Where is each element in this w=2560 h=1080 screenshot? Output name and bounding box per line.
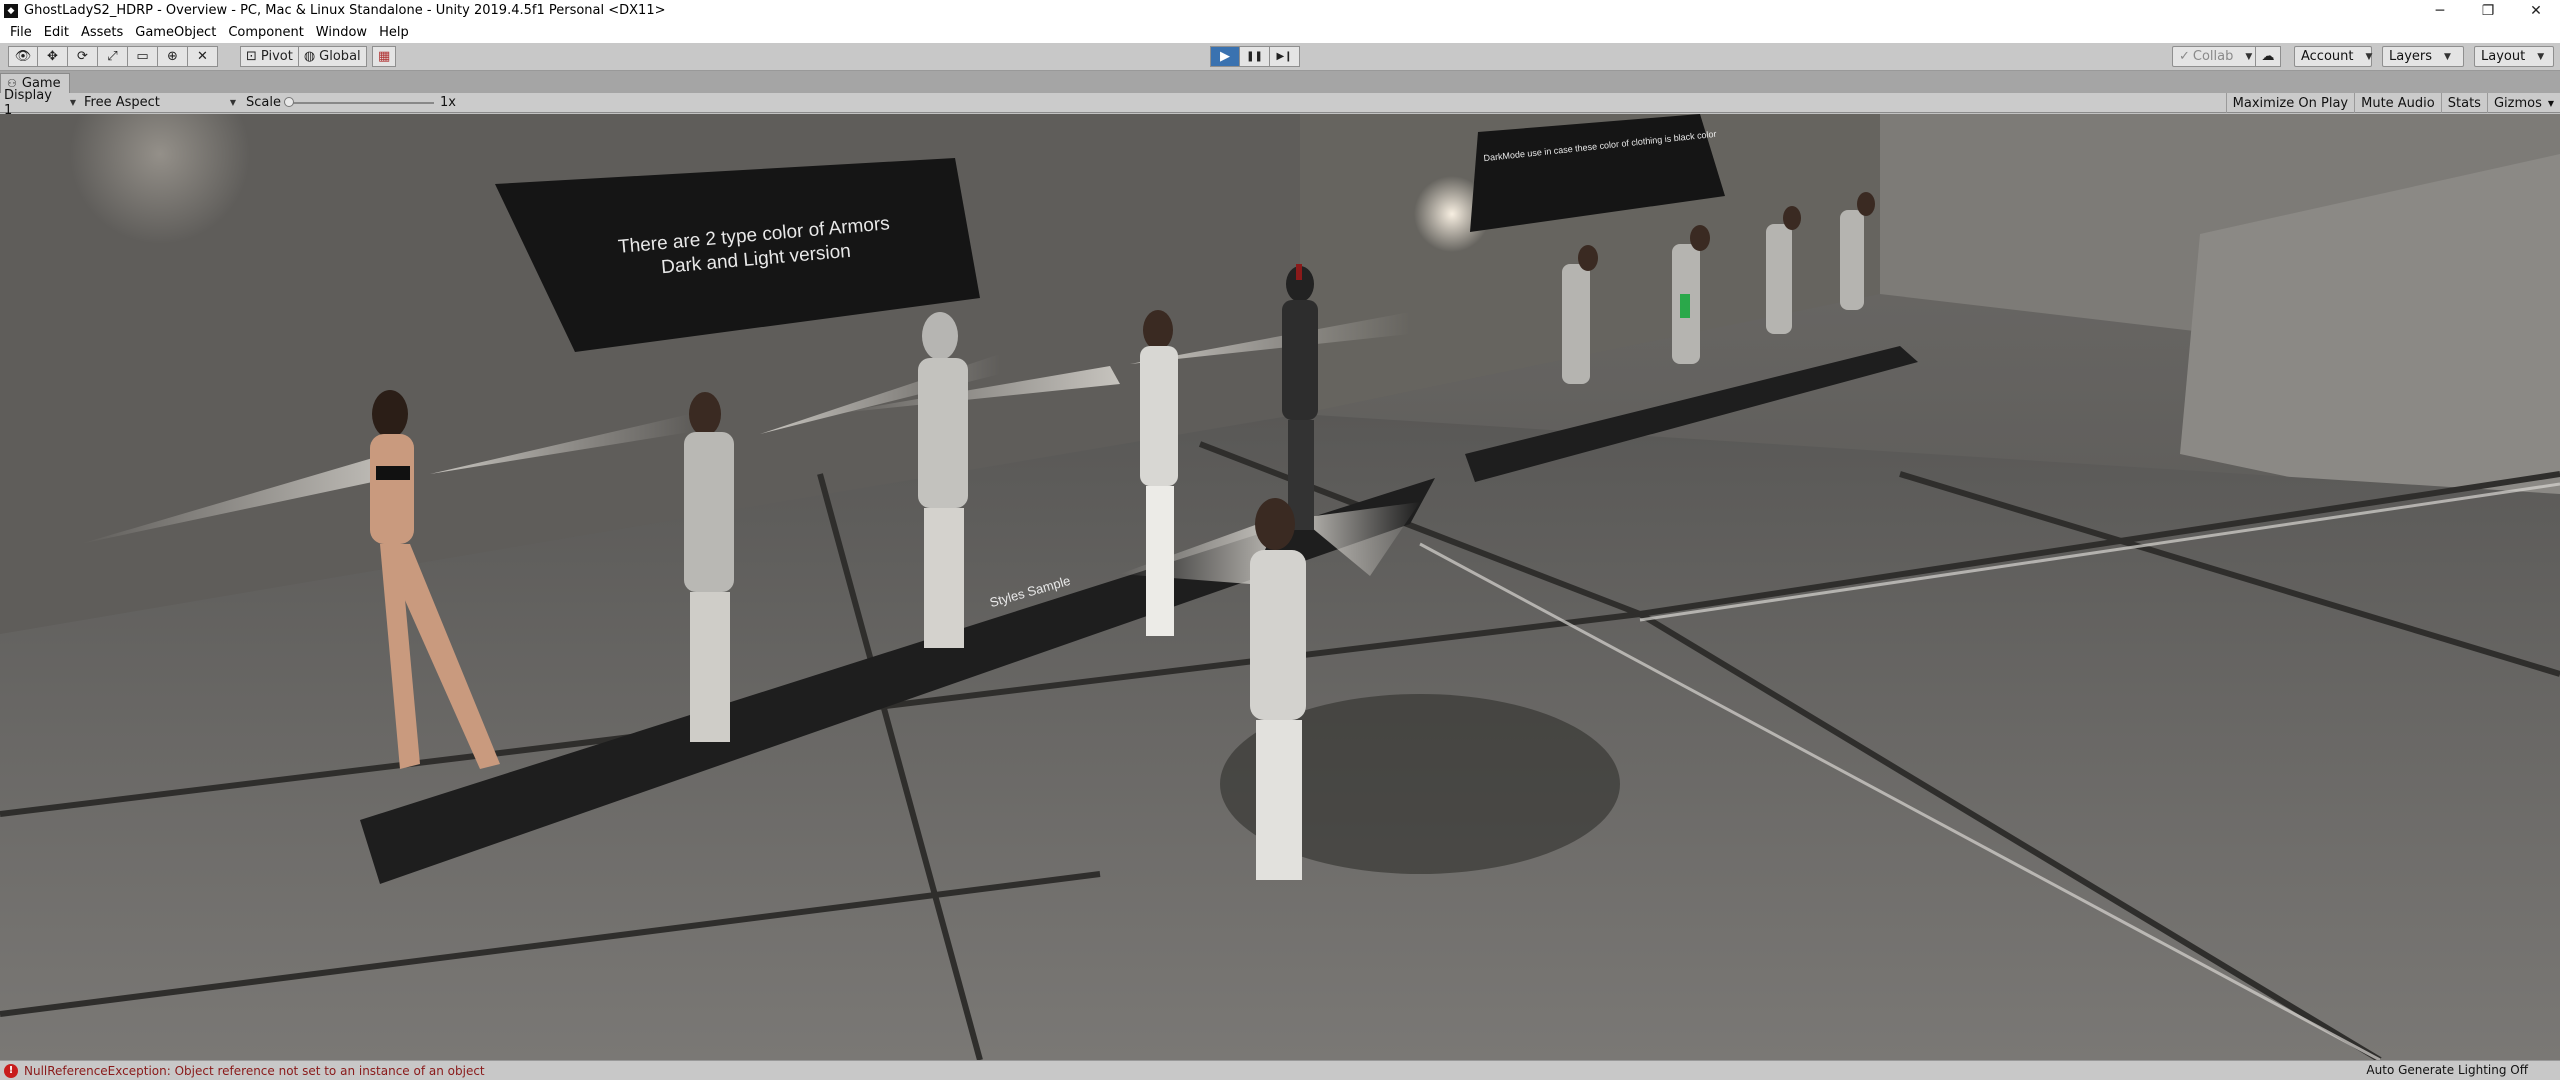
layout-dropdown[interactable]: Layout ▼ xyxy=(2474,46,2554,67)
scale-tool-button[interactable]: ⤢ xyxy=(98,46,128,67)
check-icon: ✓ xyxy=(2179,49,2190,64)
chevron-down-icon: ▼ xyxy=(2444,51,2451,62)
mute-audio-toggle[interactable]: Mute Audio xyxy=(2354,93,2441,113)
pivot-button[interactable]: ⊡ Pivot xyxy=(240,46,299,67)
menu-edit[interactable]: Edit xyxy=(38,25,75,40)
layers-dropdown[interactable]: Layers ▼ xyxy=(2382,46,2464,67)
chevron-down-icon: ▼ xyxy=(2365,51,2373,62)
error-icon: ! xyxy=(4,1063,18,1078)
maximize-button[interactable]: ❐ xyxy=(2464,0,2512,21)
pause-button[interactable]: ❚❚ xyxy=(1240,46,1270,67)
collab-group: ✓ Collab ▼ xyxy=(2172,46,2260,67)
menu-file[interactable]: File xyxy=(4,25,38,40)
character-center xyxy=(1250,498,1306,880)
account-dropdown[interactable]: Account ▼ xyxy=(2294,46,2372,67)
window-title: GhostLadyS2_HDRP - Overview - PC, Mac & … xyxy=(24,3,666,18)
custom-tool-button[interactable]: ✕ xyxy=(188,46,218,67)
layout-label: Layout xyxy=(2481,49,2526,64)
play-icon: ▶ xyxy=(1220,49,1230,64)
console-error-message[interactable]: NullReferenceException: Object reference… xyxy=(24,1064,485,1078)
character-armor-light xyxy=(684,392,734,742)
maximize-on-play-toggle[interactable]: Maximize On Play xyxy=(2225,93,2354,113)
transform-tool-button[interactable]: ⊕ xyxy=(158,46,188,67)
globe-icon: ◍ xyxy=(303,49,316,64)
eye-icon: 👁 xyxy=(14,49,32,64)
rotate-icon: ⟳ xyxy=(77,49,88,64)
aspect-label: Free Aspect xyxy=(84,95,160,110)
account-label: Account xyxy=(2301,49,2354,64)
character-helmet xyxy=(918,312,968,648)
title-bar: ◆ GhostLadyS2_HDRP - Overview - PC, Mac … xyxy=(0,0,2560,21)
rect-tool-button[interactable]: ▭ xyxy=(128,46,158,67)
display-dropdown[interactable]: Display 1 ▼ xyxy=(0,88,80,118)
snap-icon: ▦ xyxy=(378,49,391,64)
chevron-down-icon: ▼ xyxy=(2537,51,2545,62)
chevron-down-icon: ▼ xyxy=(69,98,76,107)
chevron-down-icon: ▼ xyxy=(229,98,236,107)
gizmos-label: Gizmos xyxy=(2493,95,2542,111)
layers-label: Layers xyxy=(2389,49,2433,64)
global-button[interactable]: ◍ Global xyxy=(298,46,367,67)
cloud-button[interactable]: ☁ xyxy=(2255,46,2281,67)
tab-bar: ⚇ Game xyxy=(0,71,2560,93)
display-label: Display 1 xyxy=(4,87,52,118)
chevron-down-icon: ▼ xyxy=(2245,51,2253,62)
global-label: Global xyxy=(319,49,361,64)
transform-icon: ⊕ xyxy=(167,49,178,64)
scale-value: 1x xyxy=(440,95,456,110)
status-bar: ! NullReferenceException: Object referen… xyxy=(0,1060,2560,1080)
tools-icon: ✕ xyxy=(197,49,208,64)
menu-bar: File Edit Assets GameObject Component Wi… xyxy=(0,21,2560,43)
scale-icon: ⤢ xyxy=(107,49,118,64)
menu-help[interactable]: Help xyxy=(373,25,415,40)
main-toolbar: 👁 ✥ ⟳ ⤢ ▭ ⊕ ✕ ⊡ Pivot ◍ Global ▦ ▶ ❚❚ ▶❙ ✓… xyxy=(0,43,2560,71)
unity-logo-icon: ◆ xyxy=(4,3,18,18)
move-tool-button[interactable]: ✥ xyxy=(38,46,68,67)
hand-tool-button[interactable]: 👁 xyxy=(8,46,38,67)
lighting-status: Auto Generate Lighting Off xyxy=(2366,1063,2528,1077)
scale-label: Scale xyxy=(246,95,281,110)
scale-slider-handle[interactable] xyxy=(284,97,294,107)
rotate-tool-button[interactable]: ⟳ xyxy=(68,46,98,67)
game-view-toolbar: Display 1 ▼ Free Aspect ▼ Scale 1x Maximiz… xyxy=(0,88,2560,118)
rect-icon: ▭ xyxy=(136,49,149,64)
minimize-button[interactable]: ─ xyxy=(2416,0,2464,21)
collab-label: Collab xyxy=(2192,49,2234,64)
pivot-group: ⊡ Pivot ◍ Global xyxy=(240,46,367,67)
gizmos-dropdown[interactable]: Gizmos ▼ xyxy=(2486,93,2560,113)
transform-tools: 👁 ✥ ⟳ ⤢ ▭ ⊕ ✕ xyxy=(8,46,218,67)
aspect-dropdown[interactable]: Free Aspect ▼ xyxy=(80,94,240,112)
stats-toggle[interactable]: Stats xyxy=(2440,93,2487,113)
menu-gameobject[interactable]: GameObject xyxy=(129,25,222,40)
scene-render xyxy=(0,114,2560,1060)
game-view-options: Maximize On Play Mute Audio Stats Gizmos… xyxy=(2225,93,2560,113)
play-button[interactable]: ▶ xyxy=(1210,46,1240,67)
menu-assets[interactable]: Assets xyxy=(75,25,129,40)
layers-group: Layers ▼ xyxy=(2382,46,2464,67)
scale-slider-track[interactable] xyxy=(286,102,434,104)
step-icon: ▶❙ xyxy=(1276,51,1293,62)
menu-component[interactable]: Component xyxy=(222,25,309,40)
close-button[interactable]: ✕ xyxy=(2512,0,2560,21)
snap-group: ▦ xyxy=(372,46,397,67)
pivot-label: Pivot xyxy=(260,49,293,64)
collab-dropdown[interactable]: ✓ Collab ▼ xyxy=(2172,46,2260,67)
cloud-group: ☁ xyxy=(2255,46,2281,67)
pause-icon: ❚❚ xyxy=(1246,51,1263,62)
chevron-down-icon: ▼ xyxy=(2547,98,2554,108)
snap-button[interactable]: ▦ xyxy=(372,46,397,67)
menu-window[interactable]: Window xyxy=(310,25,373,40)
game-viewport[interactable]: There are 2 type color of Armors Dark an… xyxy=(0,114,2560,1060)
cloud-icon: ☁ xyxy=(2261,49,2275,64)
layout-group: Layout ▼ xyxy=(2474,46,2554,67)
window-controls: ─ ❐ ✕ xyxy=(2416,0,2560,21)
step-button[interactable]: ▶❙ xyxy=(1270,46,1300,67)
move-icon: ✥ xyxy=(47,49,58,64)
pivot-icon: ⊡ xyxy=(246,49,257,64)
playback-controls: ▶ ❚❚ ▶❙ xyxy=(1210,46,1300,67)
account-group: Account ▼ xyxy=(2294,46,2372,67)
